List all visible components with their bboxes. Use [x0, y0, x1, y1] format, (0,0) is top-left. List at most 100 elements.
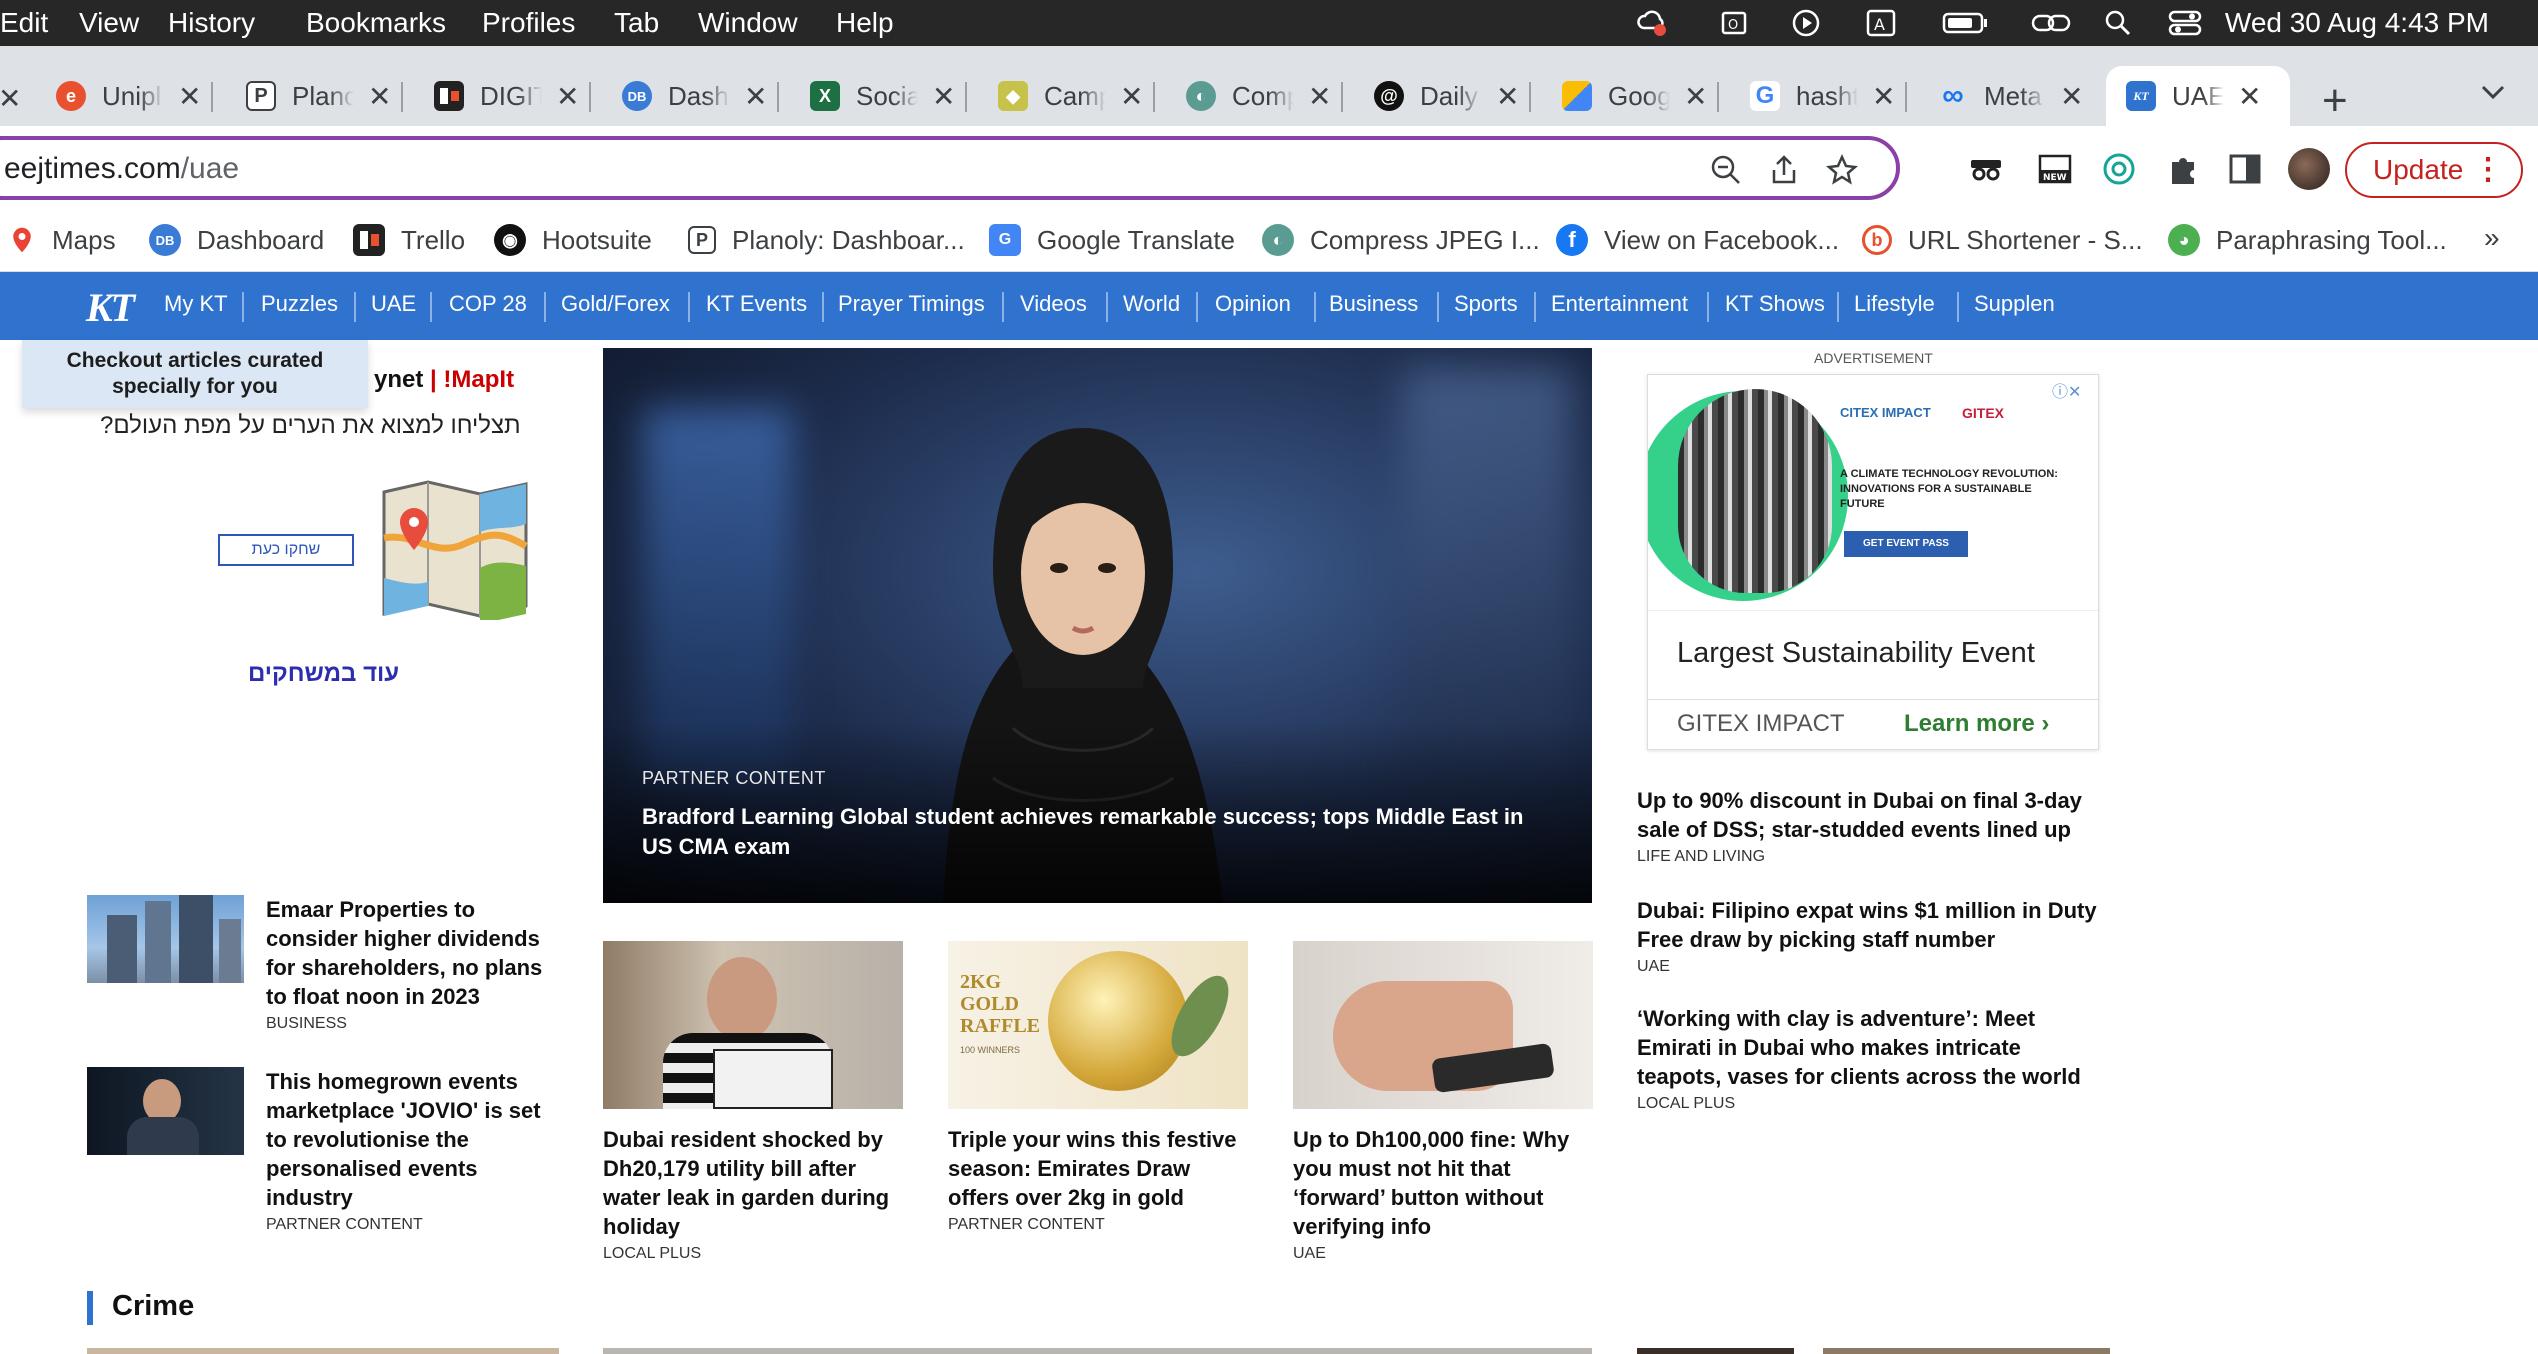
tab-close-icon[interactable]: ✕ [178, 80, 201, 113]
new-tab-plus-icon[interactable]: + [2322, 76, 2348, 126]
nav-cop28[interactable]: COP 28 [449, 291, 527, 317]
story-category[interactable]: LIFE AND LIVING [1637, 848, 2107, 866]
tab-campaign[interactable]: ◆ Camp ✕ [998, 66, 1156, 126]
khaleej-times-logo[interactable]: KT [86, 284, 135, 331]
tab-close-icon[interactable]: ✕ [932, 80, 955, 113]
tab-close-icon[interactable]: ✕ [1684, 80, 1707, 113]
bookmark-view-on-facebook[interactable]: f View on Facebook... [1556, 220, 1839, 260]
nav-kt-events[interactable]: KT Events [706, 291, 807, 317]
menu-tab[interactable]: Tab [614, 7, 659, 39]
tab-close-icon[interactable]: ✕ [744, 80, 767, 113]
nav-kt-shows[interactable]: KT Shows [1725, 291, 1825, 317]
story-card[interactable]: Dubai resident shocked by Dh20,179 utili… [603, 941, 903, 1263]
battery-icon[interactable] [1942, 8, 1990, 38]
crime-story-thumbnail[interactable] [1637, 1348, 1794, 1354]
tab-compress[interactable]: ◐ Comp ✕ [1186, 66, 1344, 126]
tab-close-icon[interactable]: ✕ [0, 82, 21, 115]
spotlight-search-icon[interactable] [2103, 8, 2133, 38]
nav-world[interactable]: World [1123, 291, 1180, 317]
profile-avatar[interactable] [2288, 148, 2330, 190]
hero-headline[interactable]: Bradford Learning Global student achieve… [642, 802, 1542, 862]
nav-lifestyle[interactable]: Lifestyle [1854, 291, 1935, 317]
nav-my-kt[interactable]: My KT [164, 291, 228, 317]
zoom-out-icon[interactable] [1710, 154, 1742, 186]
menu-edit[interactable]: Edit [0, 7, 48, 39]
card-category[interactable]: PARTNER CONTENT [948, 1216, 1248, 1234]
gitex-impact-ad[interactable]: CITEX IMPACT GITEX A CLIMATE TECHNOLOGY … [1647, 374, 2099, 750]
card-category[interactable]: UAE [1293, 1245, 1593, 1263]
story-headline[interactable]: This homegrown events marketplace 'JOVIO… [266, 1067, 566, 1212]
story-category[interactable]: UAE [1637, 958, 2107, 976]
input-source-icon[interactable]: A [1866, 8, 1896, 38]
url-text[interactable]: eejtimes.com/uae [4, 152, 239, 186]
bookmark-star-icon[interactable] [1826, 154, 1858, 186]
new-extension-icon[interactable]: NEW [2036, 150, 2074, 188]
nav-opinion[interactable]: Opinion [1215, 291, 1291, 317]
tab-planoly[interactable]: P Plano ✕ [246, 66, 404, 126]
story-headline[interactable]: Up to 90% discount in Dubai on final 3-d… [1637, 786, 2107, 844]
ad-learn-more-link[interactable]: Learn more › [1904, 710, 2049, 738]
story-category[interactable]: LOCAL PLUS [1637, 1095, 2107, 1113]
tab-close-icon[interactable]: ✕ [1496, 80, 1519, 113]
card-headline[interactable]: Dubai resident shocked by Dh20,179 utili… [603, 1125, 903, 1241]
play-icon[interactable] [1791, 8, 1821, 38]
nav-entertainment[interactable]: Entertainment [1551, 291, 1688, 317]
tab-close-icon[interactable]: ✕ [1308, 80, 1331, 113]
card-category[interactable]: LOCAL PLUS [603, 1245, 903, 1263]
menu-bookmarks[interactable]: Bookmarks [306, 7, 446, 39]
crime-story-thumbnail[interactable] [1823, 1348, 2110, 1354]
creative-cloud-icon[interactable] [1636, 8, 1666, 38]
tab-hashtag[interactable]: G hasht ✕ [1750, 66, 1908, 126]
card-headline[interactable]: Triple your wins this festive season: Em… [948, 1125, 1248, 1212]
more-menu-icon[interactable]: ⋮ [2473, 152, 2503, 187]
tab-uae-active[interactable]: KT UAE ✕ [2106, 66, 2290, 126]
share-icon[interactable] [1768, 154, 1800, 186]
nav-gold-forex[interactable]: Gold/Forex [561, 291, 670, 317]
tab-search-chevron-icon[interactable] [2480, 82, 2506, 102]
right-story[interactable]: ‘Working with clay is adventure’: Meet E… [1637, 1004, 2107, 1113]
story-category[interactable]: PARTNER CONTENT [266, 1216, 566, 1234]
hero-story[interactable]: PARTNER CONTENT Bradford Learning Global… [603, 348, 1592, 903]
menu-window[interactable]: Window [698, 7, 798, 39]
address-bar[interactable]: eejtimes.com/uae [0, 136, 1900, 200]
bookmark-compress-jpeg[interactable]: ◐ Compress JPEG I... [1262, 220, 1540, 260]
nav-videos[interactable]: Videos [1020, 291, 1087, 317]
tab-close-icon[interactable]: ✕ [2060, 80, 2083, 113]
menu-help[interactable]: Help [836, 7, 894, 39]
tab-dashboard[interactable]: DB Dash ✕ [622, 66, 780, 126]
ad-title[interactable]: Largest Sustainability Event [1677, 637, 2035, 670]
bookmark-trello[interactable]: Trello [353, 220, 465, 260]
tab-close-icon[interactable]: ✕ [556, 80, 579, 113]
menu-profiles[interactable]: Profiles [482, 7, 575, 39]
story-headline[interactable]: ‘Working with clay is adventure’: Meet E… [1637, 1004, 2107, 1091]
crime-lead-image[interactable] [603, 1348, 1592, 1354]
nav-sports[interactable]: Sports [1454, 291, 1518, 317]
bookmark-paraphrasing-tool[interactable]: ◕ Paraphrasing Tool... [2168, 220, 2447, 260]
nav-prayer-timings[interactable]: Prayer Timings [838, 291, 985, 317]
crime-story-thumbnail[interactable] [87, 1348, 559, 1354]
side-panel-icon[interactable] [2226, 150, 2264, 188]
section-title-crime[interactable]: Crime [112, 1290, 194, 1323]
nav-business[interactable]: Business [1329, 291, 1418, 317]
story-card[interactable]: Up to Dh100,000 fine: Why you must not h… [1293, 941, 1593, 1263]
tab-close-icon[interactable]: ✕ [1872, 80, 1895, 113]
nav-uae[interactable]: UAE [371, 291, 416, 317]
tab-google-ads[interactable]: Goog ✕ [1562, 66, 1720, 126]
tab-close-icon[interactable]: ✕ [368, 80, 391, 113]
right-story[interactable]: Up to 90% discount in Dubai on final 3-d… [1637, 786, 2107, 866]
link-icon[interactable] [2031, 8, 2071, 38]
nav-puzzles[interactable]: Puzzles [261, 291, 338, 317]
tab-close-icon[interactable]: ✕ [2238, 80, 2261, 113]
bookmark-url-shortener[interactable]: b URL Shortener - S... [1862, 220, 2143, 260]
ad-choices-close-icon[interactable]: ⓘ✕ [2052, 378, 2081, 402]
incognito-extension-icon[interactable] [1967, 150, 2005, 188]
right-story[interactable]: Dubai: Filipino expat wins $1 million in… [1637, 896, 2107, 976]
story-headline[interactable]: Emaar Properties to consider higher divi… [266, 895, 566, 1011]
card-headline[interactable]: Up to Dh100,000 fine: Why you must not h… [1293, 1125, 1593, 1241]
story-category[interactable]: BUSINESS [266, 1015, 566, 1033]
chrome-update-button[interactable]: Update ⋮ [2345, 142, 2523, 198]
tab-close-icon[interactable]: ✕ [1120, 80, 1143, 113]
play-now-button[interactable]: שחקו כעת [218, 534, 354, 566]
tab-daily[interactable]: @ Daily ✕ [1374, 66, 1532, 126]
tab-digit[interactable]: DIGIT ✕ [434, 66, 592, 126]
